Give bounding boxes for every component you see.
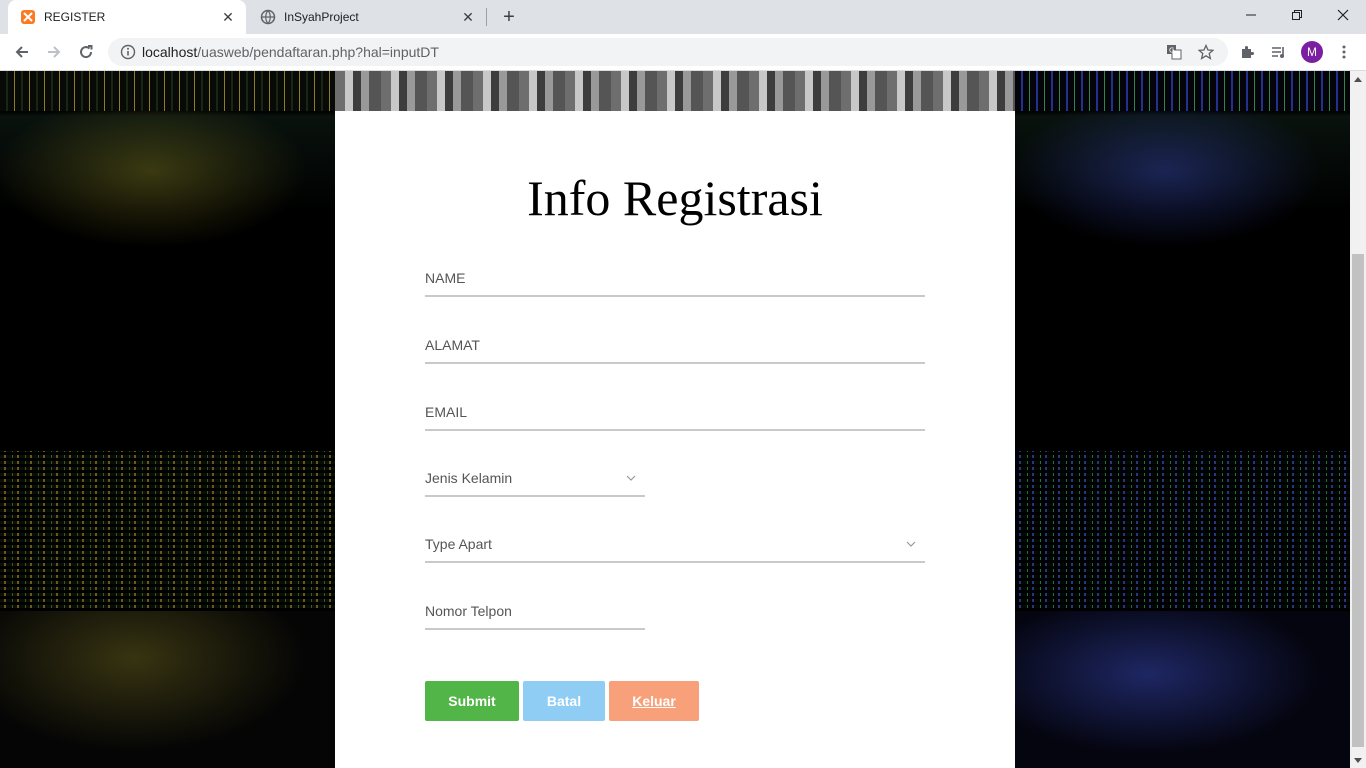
background-water-left: [0, 611, 335, 768]
new-tab-button[interactable]: +: [498, 6, 520, 28]
xampp-icon: [20, 9, 36, 25]
email-field[interactable]: EMAIL: [425, 395, 925, 431]
form-title: Info Registrasi: [527, 170, 823, 226]
restore-button[interactable]: [1274, 0, 1320, 30]
scroll-down-arrow-icon[interactable]: [1350, 752, 1366, 768]
url-host: localhost: [142, 44, 198, 60]
page-scrollbar[interactable]: [1350, 71, 1366, 768]
close-tab-icon[interactable]: ✕: [218, 7, 238, 27]
type-apart-select[interactable]: Type Apart: [425, 527, 925, 563]
tab-strip: REGISTER ✕ InSyahProject ✕ +: [0, 0, 1366, 34]
keluar-link-button[interactable]: Keluar: [609, 681, 699, 721]
phone-field[interactable]: Nomor Telpon: [425, 594, 645, 630]
background-reflection-right: [1015, 111, 1350, 261]
alamat-field[interactable]: ALAMAT: [425, 328, 925, 364]
tab-register[interactable]: REGISTER ✕: [8, 0, 246, 34]
name-field[interactable]: NAME: [425, 261, 925, 297]
url-path: /uasweb/pendaftaran.php?hal=inputDT: [197, 44, 439, 60]
gender-select[interactable]: Jenis Kelamin: [425, 461, 645, 497]
header-banner-image: [335, 71, 1015, 111]
background-city-right: [1015, 451, 1350, 611]
media-queue-icon[interactable]: [1267, 40, 1291, 64]
bookmark-star-icon[interactable]: [1198, 38, 1214, 66]
tab-title: InSyahProject: [284, 10, 359, 24]
translate-icon[interactable]: G: [1166, 38, 1182, 66]
tab-insyahproject[interactable]: InSyahProject ✕: [248, 0, 486, 34]
registration-form: Info Registrasi NAME ALAMAT EMAIL Jenis …: [335, 111, 1015, 768]
batal-button[interactable]: Batal: [523, 681, 605, 721]
close-tab-icon[interactable]: ✕: [458, 7, 478, 27]
menu-kebab-icon[interactable]: [1332, 40, 1356, 64]
scrollbar-thumb[interactable]: [1352, 254, 1364, 747]
submit-button[interactable]: Submit: [425, 681, 519, 721]
phone-placeholder: Nomor Telpon: [425, 603, 512, 619]
info-icon[interactable]: [120, 44, 136, 60]
page-viewport: Info Registrasi NAME ALAMAT EMAIL Jenis …: [0, 71, 1350, 768]
forward-button[interactable]: [40, 38, 68, 66]
email-placeholder: EMAIL: [425, 404, 468, 420]
name-placeholder: NAME: [425, 270, 466, 286]
chevron-down-icon: [903, 541, 919, 547]
close-window-button[interactable]: [1320, 0, 1366, 30]
gender-select-value: Jenis Kelamin: [425, 470, 513, 486]
type-apart-select-value: Type Apart: [425, 536, 492, 552]
alamat-placeholder: ALAMAT: [425, 337, 480, 353]
globe-icon: [260, 9, 276, 25]
browser-toolbar: localhost/uasweb/pendaftaran.php?hal=inp…: [0, 34, 1366, 71]
svg-text:G: G: [1169, 47, 1174, 55]
scroll-up-arrow-icon[interactable]: [1350, 71, 1366, 87]
back-button[interactable]: [8, 38, 36, 66]
profile-avatar[interactable]: M: [1301, 41, 1323, 63]
reload-button[interactable]: [72, 38, 100, 66]
extensions-puzzle-icon[interactable]: [1235, 40, 1259, 64]
tab-separator: [486, 8, 487, 26]
address-bar[interactable]: localhost/uasweb/pendaftaran.php?hal=inp…: [108, 38, 1228, 66]
background-water-right: [1015, 611, 1350, 768]
background-city-left: [0, 451, 335, 611]
chevron-down-icon: [623, 475, 639, 481]
background-skyline-right: [1015, 71, 1350, 111]
background-skyline-left: [0, 71, 335, 111]
minimize-button[interactable]: [1228, 0, 1274, 30]
background-reflection-left: [0, 111, 335, 261]
tab-title: REGISTER: [44, 10, 106, 24]
